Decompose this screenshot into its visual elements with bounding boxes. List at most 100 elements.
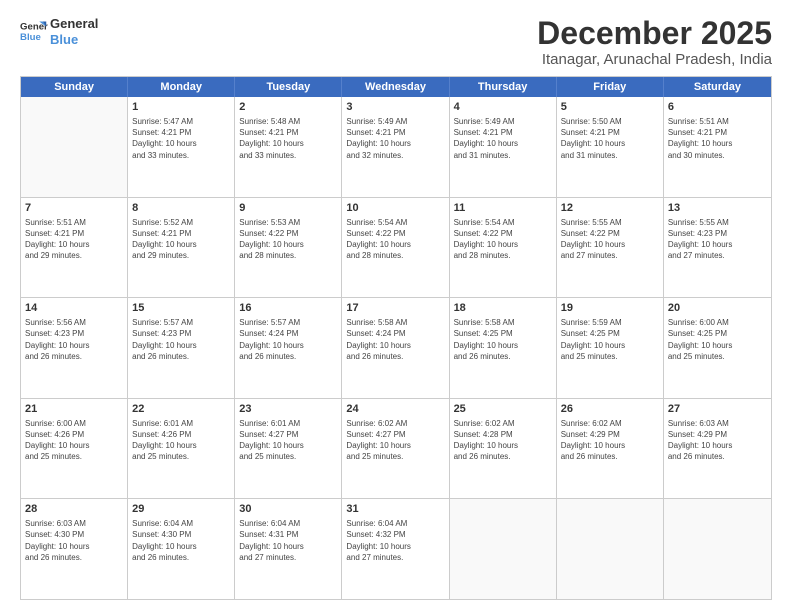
day-info: Sunrise: 5:49 AM Sunset: 4:21 PM Dayligh…	[454, 116, 552, 161]
day-info: Sunrise: 5:57 AM Sunset: 4:24 PM Dayligh…	[239, 317, 337, 362]
table-row: 26Sunrise: 6:02 AM Sunset: 4:29 PM Dayli…	[557, 399, 664, 499]
day-info: Sunrise: 6:02 AM Sunset: 4:29 PM Dayligh…	[561, 418, 659, 463]
day-number: 19	[561, 301, 659, 316]
day-number: 12	[561, 201, 659, 216]
calendar-row-4: 21Sunrise: 6:00 AM Sunset: 4:26 PM Dayli…	[21, 398, 771, 499]
day-number: 13	[668, 201, 767, 216]
day-info: Sunrise: 6:04 AM Sunset: 4:31 PM Dayligh…	[239, 518, 337, 563]
day-info: Sunrise: 5:57 AM Sunset: 4:23 PM Dayligh…	[132, 317, 230, 362]
table-row: 2Sunrise: 5:48 AM Sunset: 4:21 PM Daylig…	[235, 97, 342, 197]
table-row: 31Sunrise: 6:04 AM Sunset: 4:32 PM Dayli…	[342, 499, 449, 599]
table-row: 13Sunrise: 5:55 AM Sunset: 4:23 PM Dayli…	[664, 198, 771, 298]
day-thursday: Thursday	[450, 77, 557, 97]
day-wednesday: Wednesday	[342, 77, 449, 97]
day-info: Sunrise: 5:54 AM Sunset: 4:22 PM Dayligh…	[346, 217, 444, 262]
table-row: 30Sunrise: 6:04 AM Sunset: 4:31 PM Dayli…	[235, 499, 342, 599]
day-number: 30	[239, 502, 337, 517]
day-number: 3	[346, 100, 444, 115]
day-info: Sunrise: 6:01 AM Sunset: 4:27 PM Dayligh…	[239, 418, 337, 463]
table-row: 20Sunrise: 6:00 AM Sunset: 4:25 PM Dayli…	[664, 298, 771, 398]
table-row: 21Sunrise: 6:00 AM Sunset: 4:26 PM Dayli…	[21, 399, 128, 499]
day-info: Sunrise: 5:56 AM Sunset: 4:23 PM Dayligh…	[25, 317, 123, 362]
day-number: 23	[239, 402, 337, 417]
calendar-row-3: 14Sunrise: 5:56 AM Sunset: 4:23 PM Dayli…	[21, 297, 771, 398]
day-info: Sunrise: 5:58 AM Sunset: 4:24 PM Dayligh…	[346, 317, 444, 362]
day-info: Sunrise: 5:50 AM Sunset: 4:21 PM Dayligh…	[561, 116, 659, 161]
day-info: Sunrise: 5:58 AM Sunset: 4:25 PM Dayligh…	[454, 317, 552, 362]
day-number: 5	[561, 100, 659, 115]
table-row: 5Sunrise: 5:50 AM Sunset: 4:21 PM Daylig…	[557, 97, 664, 197]
table-row: 24Sunrise: 6:02 AM Sunset: 4:27 PM Dayli…	[342, 399, 449, 499]
table-row: 9Sunrise: 5:53 AM Sunset: 4:22 PM Daylig…	[235, 198, 342, 298]
calendar-row-2: 7Sunrise: 5:51 AM Sunset: 4:21 PM Daylig…	[21, 197, 771, 298]
table-row	[557, 499, 664, 599]
day-info: Sunrise: 6:00 AM Sunset: 4:26 PM Dayligh…	[25, 418, 123, 463]
title-block: December 2025 Itanagar, Arunachal Prades…	[537, 16, 772, 68]
day-number: 28	[25, 502, 123, 517]
table-row: 6Sunrise: 5:51 AM Sunset: 4:21 PM Daylig…	[664, 97, 771, 197]
day-number: 4	[454, 100, 552, 115]
day-number: 22	[132, 402, 230, 417]
table-row: 27Sunrise: 6:03 AM Sunset: 4:29 PM Dayli…	[664, 399, 771, 499]
day-info: Sunrise: 6:03 AM Sunset: 4:29 PM Dayligh…	[668, 418, 767, 463]
logo-text-blue: Blue	[50, 32, 98, 48]
header: General Blue General Blue December 2025 …	[20, 16, 772, 68]
svg-text:Blue: Blue	[20, 31, 41, 42]
table-row: 29Sunrise: 6:04 AM Sunset: 4:30 PM Dayli…	[128, 499, 235, 599]
table-row	[450, 499, 557, 599]
day-info: Sunrise: 6:04 AM Sunset: 4:30 PM Dayligh…	[132, 518, 230, 563]
day-sunday: Sunday	[21, 77, 128, 97]
table-row: 19Sunrise: 5:59 AM Sunset: 4:25 PM Dayli…	[557, 298, 664, 398]
day-info: Sunrise: 5:51 AM Sunset: 4:21 PM Dayligh…	[25, 217, 123, 262]
day-info: Sunrise: 5:48 AM Sunset: 4:21 PM Dayligh…	[239, 116, 337, 161]
day-info: Sunrise: 5:49 AM Sunset: 4:21 PM Dayligh…	[346, 116, 444, 161]
day-info: Sunrise: 6:03 AM Sunset: 4:30 PM Dayligh…	[25, 518, 123, 563]
day-saturday: Saturday	[664, 77, 771, 97]
table-row: 23Sunrise: 6:01 AM Sunset: 4:27 PM Dayli…	[235, 399, 342, 499]
table-row: 3Sunrise: 5:49 AM Sunset: 4:21 PM Daylig…	[342, 97, 449, 197]
table-row	[664, 499, 771, 599]
day-info: Sunrise: 5:59 AM Sunset: 4:25 PM Dayligh…	[561, 317, 659, 362]
calendar-row-1: 1Sunrise: 5:47 AM Sunset: 4:21 PM Daylig…	[21, 97, 771, 197]
table-row: 28Sunrise: 6:03 AM Sunset: 4:30 PM Dayli…	[21, 499, 128, 599]
day-number: 15	[132, 301, 230, 316]
day-number: 27	[668, 402, 767, 417]
subtitle: Itanagar, Arunachal Pradesh, India	[537, 51, 772, 68]
day-number: 18	[454, 301, 552, 316]
day-number: 21	[25, 402, 123, 417]
table-row: 15Sunrise: 5:57 AM Sunset: 4:23 PM Dayli…	[128, 298, 235, 398]
table-row: 8Sunrise: 5:52 AM Sunset: 4:21 PM Daylig…	[128, 198, 235, 298]
calendar-header: Sunday Monday Tuesday Wednesday Thursday…	[21, 77, 771, 97]
day-monday: Monday	[128, 77, 235, 97]
day-number: 9	[239, 201, 337, 216]
day-number: 29	[132, 502, 230, 517]
page: General Blue General Blue December 2025 …	[0, 0, 792, 612]
day-info: Sunrise: 5:52 AM Sunset: 4:21 PM Dayligh…	[132, 217, 230, 262]
calendar-row-5: 28Sunrise: 6:03 AM Sunset: 4:30 PM Dayli…	[21, 498, 771, 599]
logo: General Blue General Blue	[20, 16, 98, 47]
day-info: Sunrise: 6:04 AM Sunset: 4:32 PM Dayligh…	[346, 518, 444, 563]
day-number: 24	[346, 402, 444, 417]
day-number: 10	[346, 201, 444, 216]
calendar: Sunday Monday Tuesday Wednesday Thursday…	[20, 76, 772, 600]
day-number: 16	[239, 301, 337, 316]
table-row: 10Sunrise: 5:54 AM Sunset: 4:22 PM Dayli…	[342, 198, 449, 298]
table-row: 1Sunrise: 5:47 AM Sunset: 4:21 PM Daylig…	[128, 97, 235, 197]
table-row: 22Sunrise: 6:01 AM Sunset: 4:26 PM Dayli…	[128, 399, 235, 499]
logo-icon: General Blue	[20, 18, 48, 46]
table-row: 16Sunrise: 5:57 AM Sunset: 4:24 PM Dayli…	[235, 298, 342, 398]
day-number: 17	[346, 301, 444, 316]
day-number: 11	[454, 201, 552, 216]
day-info: Sunrise: 6:01 AM Sunset: 4:26 PM Dayligh…	[132, 418, 230, 463]
table-row: 25Sunrise: 6:02 AM Sunset: 4:28 PM Dayli…	[450, 399, 557, 499]
day-info: Sunrise: 5:54 AM Sunset: 4:22 PM Dayligh…	[454, 217, 552, 262]
table-row: 11Sunrise: 5:54 AM Sunset: 4:22 PM Dayli…	[450, 198, 557, 298]
table-row: 18Sunrise: 5:58 AM Sunset: 4:25 PM Dayli…	[450, 298, 557, 398]
day-number: 14	[25, 301, 123, 316]
logo-text-general: General	[50, 16, 98, 32]
day-info: Sunrise: 5:55 AM Sunset: 4:23 PM Dayligh…	[668, 217, 767, 262]
table-row: 14Sunrise: 5:56 AM Sunset: 4:23 PM Dayli…	[21, 298, 128, 398]
day-number: 7	[25, 201, 123, 216]
day-number: 2	[239, 100, 337, 115]
day-number: 20	[668, 301, 767, 316]
